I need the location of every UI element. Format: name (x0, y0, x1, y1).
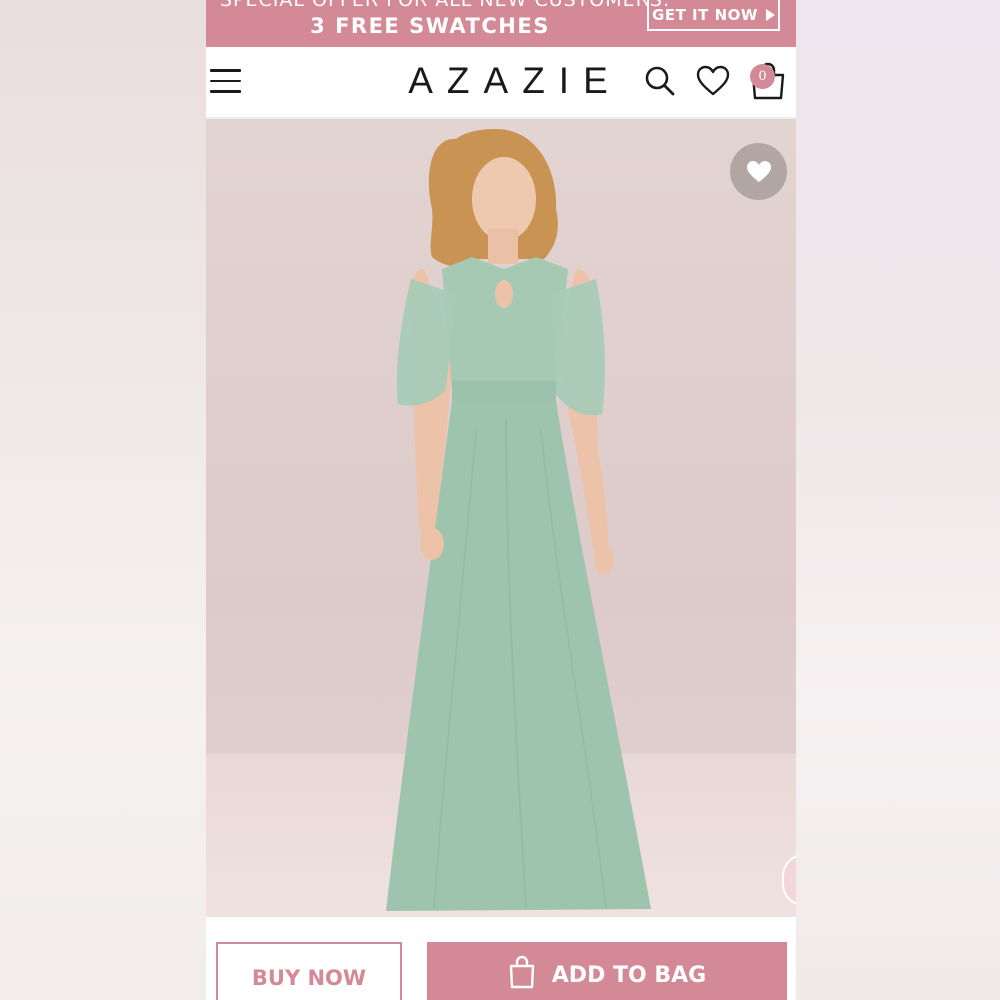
shopping-bag-icon (509, 955, 534, 989)
menu-icon[interactable] (210, 69, 242, 95)
model-photo (386, 129, 651, 911)
favorite-button[interactable] (730, 143, 787, 200)
promo-banner[interactable]: SPECIAL OFFER FOR ALL NEW CUSTOMERS: 3 F… (206, 0, 796, 47)
background-right (796, 0, 1000, 1000)
promo-offer: 3 FREE SWATCHES (310, 14, 550, 38)
heart-icon (746, 160, 771, 182)
search-icon[interactable] (644, 65, 676, 97)
site-header: AZAZIE 0 (206, 47, 796, 119)
get-it-now-label: GET IT NOW (652, 5, 758, 24)
mobile-page: SPECIAL OFFER FOR ALL NEW CUSTOMERS: 3 F… (206, 0, 796, 1000)
wishlist-heart-icon[interactable] (696, 65, 730, 97)
background-left (0, 0, 206, 1000)
brand-logo[interactable]: AZAZIE (326, 60, 690, 102)
add-to-bag-label: ADD TO BAG (551, 963, 707, 988)
play-arrow-icon (765, 8, 775, 21)
product-image[interactable] (206, 119, 796, 917)
get-it-now-button[interactable]: GET IT NOW (647, 0, 780, 31)
add-to-bag-button[interactable]: ADD TO BAG (427, 942, 787, 1000)
buy-now-button[interactable]: BUY NOW (216, 942, 402, 1000)
cart-count-badge: 0 (750, 64, 775, 89)
promo-headline: SPECIAL OFFER FOR ALL NEW CUSTOMERS: (220, 0, 671, 11)
buy-now-label: BUY NOW (251, 966, 367, 990)
